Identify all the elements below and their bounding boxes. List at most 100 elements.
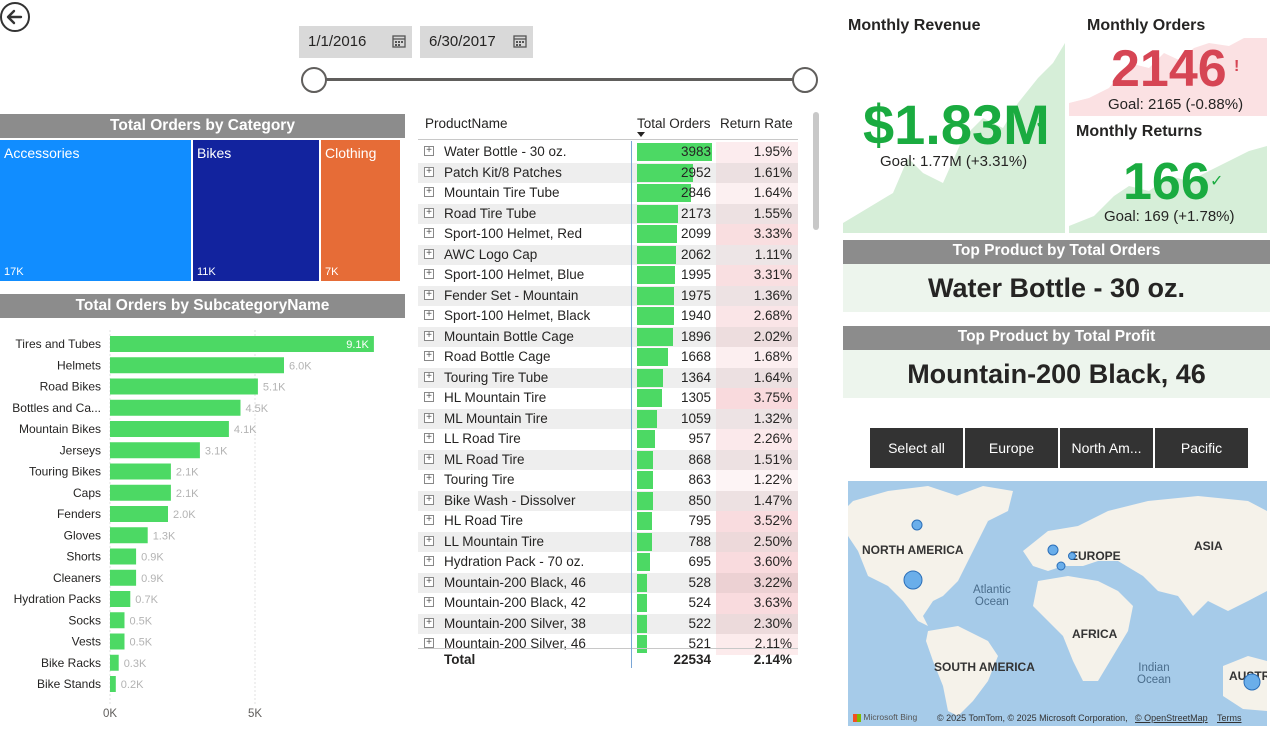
back-button[interactable]: [0, 2, 30, 32]
subcategory-bar[interactable]: [110, 336, 374, 352]
expand-plus-icon[interactable]: +: [424, 494, 434, 505]
table-row[interactable]: + Bike Wash - Dissolver 850 1.47%: [418, 490, 798, 511]
subcategory-bar[interactable]: [110, 463, 171, 480]
subcategory-bar[interactable]: [110, 399, 241, 416]
treemap-tile-bikes[interactable]: Bikes 11K: [193, 140, 319, 281]
subcategory-bar[interactable]: [110, 357, 284, 374]
date-range-track[interactable]: [314, 78, 805, 81]
terms-link[interactable]: Terms: [1217, 713, 1242, 723]
expand-plus-icon[interactable]: +: [424, 248, 434, 259]
expand-plus-icon[interactable]: +: [424, 392, 434, 402]
expand-plus-icon[interactable]: +: [424, 576, 434, 587]
expand-plus-icon[interactable]: +: [424, 535, 434, 546]
table-row[interactable]: + HL Mountain Tire 1305 3.75%: [418, 388, 798, 409]
top-product-profit-title: Top Product by Total Profit: [843, 326, 1270, 350]
table-row[interactable]: + HL Road Tire 795 3.52%: [418, 511, 798, 532]
subcategory-bar[interactable]: [110, 654, 119, 671]
table-row[interactable]: + Mountain-200 Black, 42 524 3.63%: [418, 593, 798, 614]
subcategory-bar[interactable]: [110, 484, 171, 501]
table-row[interactable]: + LL Road Tire 957 2.26%: [418, 429, 798, 450]
expand-plus-icon[interactable]: +: [424, 269, 434, 279]
expand-plus-icon[interactable]: +: [424, 166, 434, 177]
expand-plus-icon[interactable]: +: [424, 453, 434, 464]
treemap-tile-accessories[interactable]: Accessories 17K: [0, 140, 191, 281]
treemap-tile-clothing[interactable]: Clothing 7K: [321, 140, 400, 281]
subcategory-bar[interactable]: [110, 548, 137, 565]
expand-plus-icon[interactable]: +: [424, 597, 434, 607]
orders-value: 1059: [680, 410, 711, 426]
region-button-pacific[interactable]: Pacific: [1155, 428, 1248, 468]
region-button-select-all[interactable]: Select all: [870, 428, 963, 468]
map-bubble-canada[interactable]: [911, 519, 923, 531]
date-range-start-handle[interactable]: [301, 67, 327, 93]
subcategory-bar[interactable]: [110, 633, 125, 650]
osm-link[interactable]: © OpenStreetMap: [1135, 713, 1208, 723]
table-row[interactable]: + AWC Logo Cap 2062 1.11%: [418, 244, 798, 265]
table-row[interactable]: + Sport-100 Helmet, Black 1940 2.68%: [418, 306, 798, 327]
table-row[interactable]: + Water Bottle - 30 oz. 3983 1.95%: [418, 142, 798, 163]
table-row[interactable]: + Road Tire Tube 2173 1.55%: [418, 203, 798, 224]
table-row[interactable]: + Mountain Bottle Cage 1896 2.02%: [418, 326, 798, 347]
table-row[interactable]: + Sport-100 Helmet, Blue 1995 3.31%: [418, 265, 798, 286]
orders-data-bar: [637, 348, 669, 366]
table-row[interactable]: + Patch Kit/8 Patches 2952 1.61%: [418, 162, 798, 183]
col-header-rate[interactable]: Return Rate: [720, 116, 793, 131]
region-button-europe[interactable]: Europe: [965, 428, 1058, 468]
expand-plus-icon[interactable]: +: [424, 556, 434, 566]
end-date-input[interactable]: 6/30/2017: [420, 26, 533, 58]
expand-plus-icon[interactable]: +: [424, 310, 434, 320]
expand-plus-icon[interactable]: +: [424, 371, 434, 382]
expand-plus-icon[interactable]: +: [424, 146, 434, 156]
date-range-end-handle[interactable]: [792, 67, 818, 93]
region-button-north-america[interactable]: North Am...: [1060, 428, 1153, 468]
subcategory-bar[interactable]: [110, 591, 131, 607]
table-row[interactable]: + LL Mountain Tire 788 2.50%: [418, 531, 798, 552]
table-row[interactable]: + Touring Tire Tube 1364 1.64%: [418, 367, 798, 388]
table-row[interactable]: + Touring Tire 863 1.22%: [418, 470, 798, 491]
expand-plus-icon[interactable]: +: [424, 433, 434, 443]
expand-plus-icon[interactable]: +: [424, 228, 434, 238]
table-row[interactable]: + ML Road Tire 868 1.51%: [418, 449, 798, 470]
start-date-input[interactable]: 1/1/2016: [299, 26, 412, 58]
subcategory-bar[interactable]: [110, 569, 137, 586]
subcategory-bar[interactable]: [110, 612, 125, 629]
subcategory-bar[interactable]: [110, 421, 229, 437]
expand-plus-icon[interactable]: +: [424, 617, 434, 628]
map-bubble-uk[interactable]: [1047, 544, 1059, 556]
expand-plus-icon[interactable]: +: [424, 330, 434, 341]
map-bubble-usa[interactable]: [903, 570, 923, 590]
expand-plus-icon[interactable]: +: [424, 187, 434, 197]
table-scrollbar[interactable]: [813, 112, 819, 230]
expand-plus-icon[interactable]: +: [424, 515, 434, 525]
col-header-orders[interactable]: Total Orders: [637, 116, 711, 131]
expand-plus-icon[interactable]: +: [424, 289, 434, 300]
subcategory-bar[interactable]: [110, 527, 148, 544]
expand-plus-icon[interactable]: +: [424, 207, 434, 218]
expand-plus-icon[interactable]: +: [424, 474, 434, 484]
col-header-product[interactable]: ProductName: [425, 116, 508, 131]
table-row[interactable]: + Fender Set - Mountain 1975 1.36%: [418, 285, 798, 306]
map-bubble-france[interactable]: [1056, 561, 1066, 571]
subcategory-bar[interactable]: [110, 506, 168, 522]
table-row[interactable]: + ML Mountain Tire 1059 1.32%: [418, 408, 798, 429]
calendar-icon[interactable]: [392, 34, 406, 48]
expand-plus-icon[interactable]: +: [424, 412, 434, 423]
sales-map[interactable]: NORTH AMERICA EUROPE ASIA AFRICA SOUTH A…: [848, 481, 1267, 726]
table-row[interactable]: + Hydration Pack - 70 oz. 695 3.60%: [418, 552, 798, 573]
table-row[interactable]: + Sport-100 Helmet, Red 2099 3.33%: [418, 224, 798, 245]
table-row[interactable]: + Mountain-200 Silver, 38 522 2.30%: [418, 613, 798, 634]
map-bubble-australia[interactable]: [1243, 673, 1261, 691]
subcategory-bar[interactable]: [110, 378, 258, 395]
expand-plus-icon[interactable]: +: [424, 351, 434, 361]
map-bubble-germany[interactable]: [1068, 552, 1076, 560]
subcategory-bar[interactable]: [110, 442, 200, 459]
expand-plus-icon[interactable]: +: [424, 638, 434, 648]
calendar-icon[interactable]: [513, 34, 527, 48]
subcategory-bar[interactable]: [110, 676, 116, 692]
return-rate-value: 3.33%: [753, 226, 792, 241]
product-name: Sport-100 Helmet, Black: [444, 308, 591, 323]
table-row[interactable]: + Mountain Tire Tube 2846 1.64%: [418, 183, 798, 204]
table-row[interactable]: + Mountain-200 Black, 46 528 3.22%: [418, 572, 798, 593]
table-row[interactable]: + Road Bottle Cage 1668 1.68%: [418, 347, 798, 368]
category-label: Jerseys: [60, 443, 101, 457]
